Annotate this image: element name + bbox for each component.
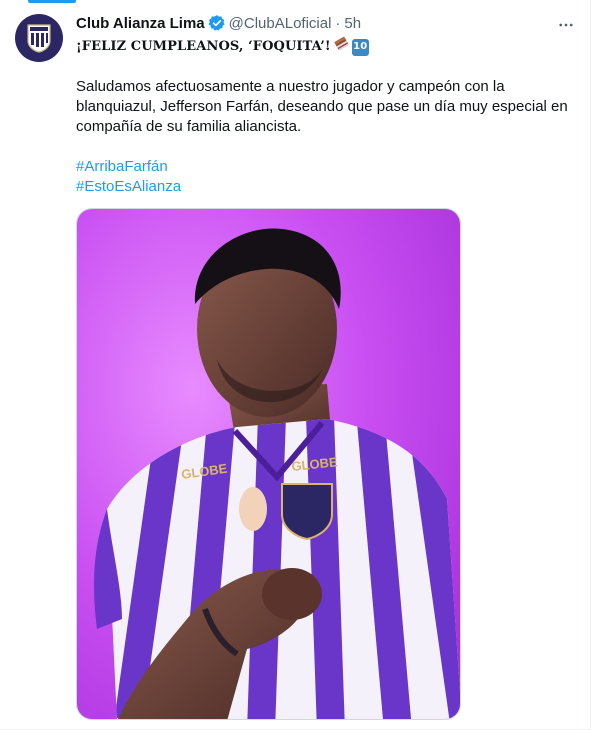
user-handle[interactable]: @ClubALoficial xyxy=(229,15,332,32)
tweet-photo[interactable]: GLOBE GLOBE xyxy=(76,208,461,720)
hashtag-link-1[interactable]: #ArribaFarfán xyxy=(76,157,576,177)
player-photo: GLOBE GLOBE xyxy=(77,209,460,719)
hashtag-list: #ArribaFarfán #EstoEsAlianza xyxy=(76,157,576,197)
display-name[interactable]: Club Alianza Lima xyxy=(76,15,205,32)
nav-active-indicator xyxy=(28,0,76,3)
chocolate-bar-emoji xyxy=(333,35,350,59)
separator-dot: · xyxy=(335,14,341,32)
verified-badge-icon xyxy=(208,14,226,32)
hashtag-link-2[interactable]: #EstoEsAlianza xyxy=(76,177,576,197)
tweet-paragraph: Saludamos afectuosamente a nuestro jugad… xyxy=(76,78,568,135)
tweet-header: Club Alianza Lima @ClubALoficial · 5h xyxy=(76,13,531,33)
timestamp[interactable]: 5h xyxy=(344,15,361,32)
tweet-text: ¡FELIZ CUMPLEANOS, ‘FOQUITA’! 10 Saludam… xyxy=(76,35,576,197)
avatar[interactable] xyxy=(15,14,63,62)
tweet-headline: ¡FELIZ CUMPLEANOS, ‘FOQUITA’! 10 xyxy=(76,35,576,59)
club-crest-icon xyxy=(27,24,51,53)
headline-text: ¡FELIZ CUMPLEANOS, ‘FOQUITA’! xyxy=(76,39,331,54)
keycap-ten-emoji: 10 xyxy=(351,38,369,56)
more-options-button[interactable] xyxy=(553,12,579,38)
more-horizontal-icon xyxy=(559,23,573,27)
